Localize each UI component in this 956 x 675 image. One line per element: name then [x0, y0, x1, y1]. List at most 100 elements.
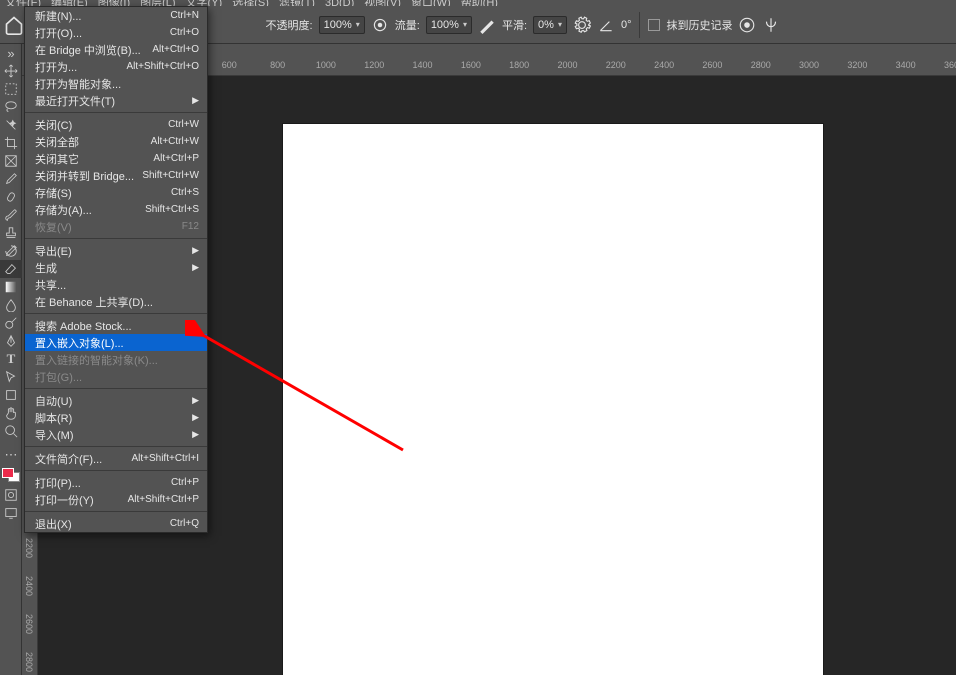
menu-item[interactable]: 打印(P)...Ctrl+P: [25, 474, 207, 491]
menu-separator: [25, 238, 207, 239]
menu-item[interactable]: 打开(O)...Ctrl+O: [25, 24, 207, 41]
hand-tool[interactable]: [0, 404, 22, 422]
blur-tool[interactable]: [0, 296, 22, 314]
menu-item[interactable]: 存储为(A)...Shift+Ctrl+S: [25, 201, 207, 218]
eraser-tool[interactable]: [0, 260, 22, 278]
pen-tool[interactable]: [0, 332, 22, 350]
ruler-tick: 1800: [509, 60, 529, 70]
menu-item-label: 恢复(V): [35, 219, 182, 235]
menu-item[interactable]: 在 Behance 上共享(D)...: [25, 293, 207, 310]
healing-tool[interactable]: [0, 188, 22, 206]
menu-item[interactable]: 导入(M)▶: [25, 426, 207, 443]
menu-item[interactable]: 自动(U)▶: [25, 392, 207, 409]
eyedropper-tool[interactable]: [0, 170, 22, 188]
dodge-tool[interactable]: [0, 314, 22, 332]
marquee-tool[interactable]: [0, 80, 22, 98]
lasso-tool[interactable]: [0, 98, 22, 116]
menu-item[interactable]: 脚本(R)▶: [25, 409, 207, 426]
menu-item-label: 打印一份(Y): [35, 492, 128, 508]
home-icon[interactable]: [4, 15, 24, 35]
menu-item[interactable]: 共享...: [25, 276, 207, 293]
zoom-tool[interactable]: [0, 422, 22, 440]
menu-item[interactable]: 存储(S)Ctrl+S: [25, 184, 207, 201]
menu-item[interactable]: 关闭(C)Ctrl+W: [25, 116, 207, 133]
opacity-input[interactable]: 100%▾: [319, 16, 365, 34]
menu-item-label: 存储为(A)...: [35, 202, 145, 218]
menu-item-label: 关闭并转到 Bridge...: [35, 168, 142, 184]
brush-tool[interactable]: [0, 206, 22, 224]
symmetry-icon[interactable]: [762, 16, 780, 34]
menu-item[interactable]: 文件简介(F)...Alt+Shift+Ctrl+I: [25, 450, 207, 467]
ruler-tick: 3000: [799, 60, 819, 70]
menu-shortcut: Shift+Ctrl+S: [145, 204, 199, 215]
menu-item-label: 新建(N)...: [35, 8, 170, 24]
history-label: 抹到历史记录: [666, 17, 732, 33]
menu-item[interactable]: 最近打开文件(T)▶: [25, 92, 207, 109]
frame-tool[interactable]: [0, 152, 22, 170]
path-select-tool[interactable]: [0, 368, 22, 386]
menu-item: 打包(G)...: [25, 368, 207, 385]
angle-value[interactable]: 0°: [621, 19, 632, 31]
ruler-tick: 2800: [751, 60, 771, 70]
flow-input[interactable]: 100%▾: [426, 16, 472, 34]
menu-item[interactable]: 导出(E)▶: [25, 242, 207, 259]
smooth-input[interactable]: 0%▾: [533, 16, 567, 34]
menu-shortcut: Ctrl+Q: [170, 518, 199, 529]
gradient-tool[interactable]: [0, 278, 22, 296]
submenu-arrow-icon: ▶: [192, 245, 199, 256]
file-menu-dropdown: 新建(N)...Ctrl+N打开(O)...Ctrl+O在 Bridge 中浏览…: [24, 6, 208, 533]
menu-shortcut: Ctrl+W: [168, 119, 199, 130]
ruler-tick: 2200: [24, 538, 34, 558]
submenu-arrow-icon: ▶: [192, 395, 199, 406]
menu-item-label: 导入(M): [35, 427, 192, 443]
menu-item[interactable]: 关闭并转到 Bridge...Shift+Ctrl+W: [25, 167, 207, 184]
menu-item[interactable]: 生成▶: [25, 259, 207, 276]
submenu-arrow-icon: ▶: [192, 429, 199, 440]
pressure-opacity-icon[interactable]: [371, 16, 389, 34]
menu-item[interactable]: 打开为智能对象...: [25, 75, 207, 92]
screenmode-tool[interactable]: [0, 504, 22, 522]
type-tool[interactable]: T: [0, 350, 22, 368]
menu-item[interactable]: 新建(N)...Ctrl+N: [25, 7, 207, 24]
quickmask-tool[interactable]: [0, 486, 22, 504]
toolbox: » T ⋯: [0, 44, 22, 675]
menu-item[interactable]: 置入嵌入对象(L)...: [25, 334, 207, 351]
ruler-tick: 2400: [654, 60, 674, 70]
menu-item-label: 最近打开文件(T): [35, 93, 192, 109]
move-tool[interactable]: [0, 62, 22, 80]
menu-item[interactable]: 搜索 Adobe Stock...: [25, 317, 207, 334]
menu-separator: [25, 470, 207, 471]
menu-separator: [25, 313, 207, 314]
menu-shortcut: Alt+Shift+Ctrl+O: [126, 61, 199, 72]
opacity-label: 不透明度:: [266, 17, 313, 33]
pressure-size-icon[interactable]: [738, 16, 756, 34]
ruler-tick: 3600: [944, 60, 956, 70]
menu-item-label: 置入嵌入对象(L)...: [35, 335, 199, 351]
history-brush-tool[interactable]: [0, 242, 22, 260]
menu-item-label: 文件简介(F)...: [35, 451, 131, 467]
menu-item[interactable]: 打开为...Alt+Shift+Ctrl+O: [25, 58, 207, 75]
menu-shortcut: Ctrl+O: [170, 27, 199, 38]
menu-item-label: 关闭全部: [35, 134, 151, 150]
menu-item[interactable]: 在 Bridge 中浏览(B)...Alt+Ctrl+O: [25, 41, 207, 58]
menu-item[interactable]: 退出(X)Ctrl+Q: [25, 515, 207, 532]
color-swatch[interactable]: [2, 468, 20, 482]
stamp-tool[interactable]: [0, 224, 22, 242]
smooth-label: 平滑:: [502, 17, 527, 33]
more-tools-icon[interactable]: ⋯: [0, 446, 22, 464]
airbrush-icon[interactable]: [478, 16, 496, 34]
document-canvas[interactable]: [283, 124, 823, 675]
wand-tool[interactable]: [0, 116, 22, 134]
menu-item[interactable]: 关闭全部Alt+Ctrl+W: [25, 133, 207, 150]
history-checkbox[interactable]: [648, 19, 660, 31]
menu-item-label: 打开为...: [35, 59, 126, 75]
tool-collapse-icon[interactable]: »: [0, 44, 22, 62]
submenu-arrow-icon: ▶: [192, 95, 199, 106]
gear-icon[interactable]: [573, 16, 591, 34]
shape-tool[interactable]: [0, 386, 22, 404]
menu-item-label: 在 Bridge 中浏览(B)...: [35, 42, 152, 58]
menu-item[interactable]: 打印一份(Y)Alt+Shift+Ctrl+P: [25, 491, 207, 508]
crop-tool[interactable]: [0, 134, 22, 152]
menu-shortcut: Alt+Shift+Ctrl+P: [128, 494, 199, 505]
menu-item[interactable]: 关闭其它Alt+Ctrl+P: [25, 150, 207, 167]
